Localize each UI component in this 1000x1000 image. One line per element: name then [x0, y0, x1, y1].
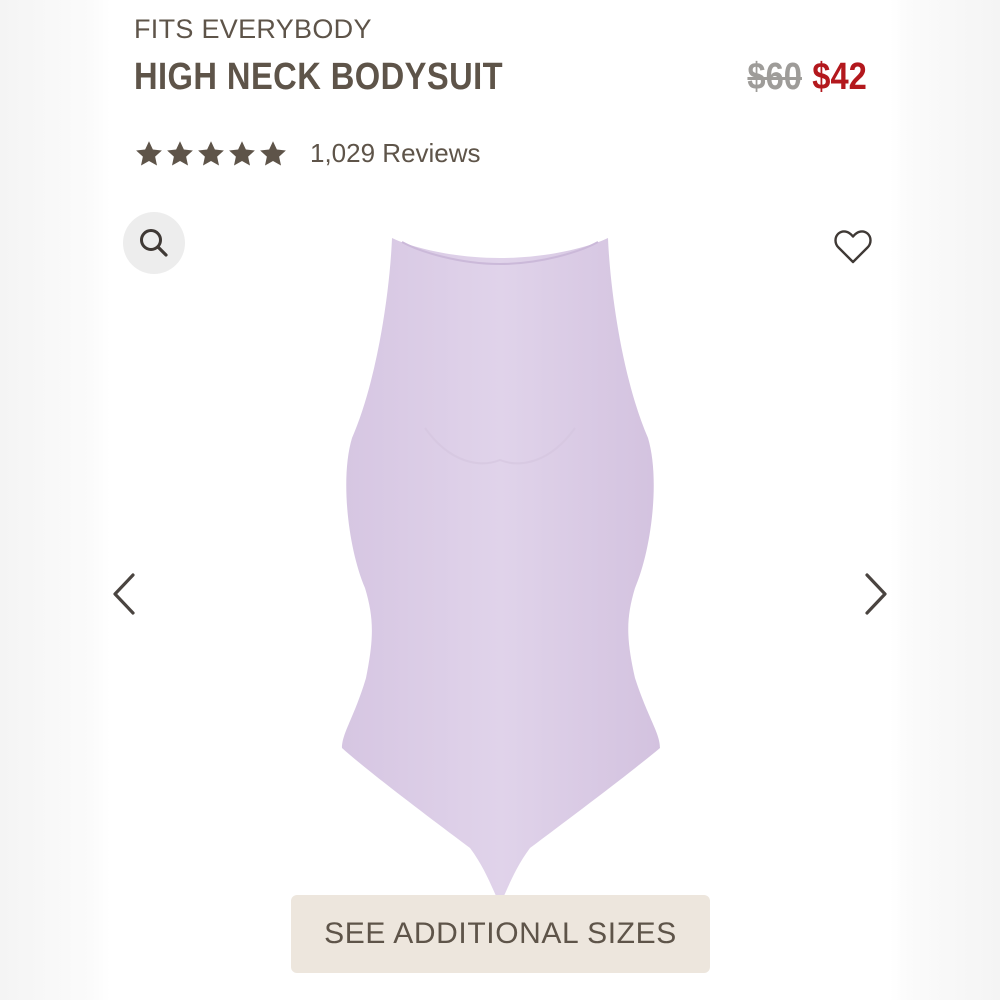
chevron-left-icon — [113, 573, 135, 615]
product-page: FITS EVERYBODY HIGH NECK BODYSUIT $60 $42… — [0, 0, 1000, 1000]
star-icon — [167, 140, 193, 165]
star-rating — [134, 139, 288, 169]
star-icon — [136, 140, 162, 165]
collection-label: FITS EVERYBODY — [134, 14, 372, 44]
price: $60 $42 — [748, 56, 867, 99]
star-icon — [229, 140, 255, 165]
product-title: HIGH NECK BODYSUIT — [134, 56, 504, 98]
heart-icon — [834, 230, 872, 264]
chevron-right-icon — [865, 573, 887, 615]
zoom-button[interactable] — [123, 212, 185, 274]
see-additional-sizes-button[interactable]: SEE ADDITIONAL SIZES — [291, 895, 710, 973]
search-icon — [140, 229, 168, 257]
previous-image-button[interactable] — [104, 566, 144, 622]
original-price: $60 — [747, 56, 803, 98]
sale-price: $42 — [812, 56, 867, 98]
next-image-button[interactable] — [856, 566, 896, 622]
rating-summary[interactable]: 1,029 Reviews — [134, 138, 481, 169]
product-image[interactable] — [330, 228, 670, 908]
star-icon — [260, 140, 286, 165]
favorite-button[interactable] — [830, 224, 876, 270]
star-icon — [198, 140, 224, 165]
reviews-count[interactable]: 1,029 Reviews — [310, 138, 481, 169]
